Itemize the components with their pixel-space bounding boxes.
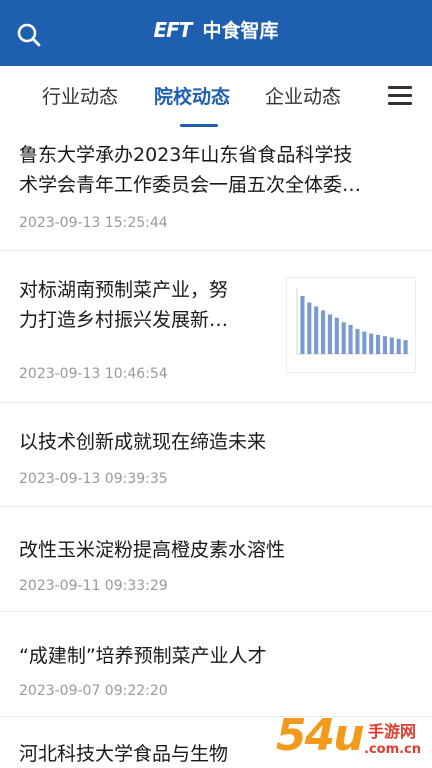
article-date: 2023-09-13 09:39:35 [19, 471, 168, 487]
list-item[interactable]: 改性玉米淀粉提高橙皮素水溶性 2023-09-11 09:33:29 [0, 507, 432, 612]
article-title: 鲁东大学承办2023年山东省食品科学技 术学会青年工作委员会一届五次全体委… [19, 144, 362, 196]
thumbnail-bar [334, 317, 339, 354]
article-thumbnail [286, 277, 416, 373]
thumbnail-bar [355, 328, 360, 354]
list-item[interactable]: “成建制”培养预制菜产业人才 2023-09-07 09:22:20 [0, 612, 432, 717]
list-item[interactable]: 鲁东大学承办2023年山东省食品科学技 术学会青年工作委员会一届五次全体委… 2… [0, 130, 432, 251]
tab-industry-news[interactable]: 行业动态 [42, 82, 118, 109]
thumbnail-bar-chart [296, 288, 409, 355]
thumbnail-bar [369, 333, 374, 354]
article-date: 2023-09-13 15:25:44 [19, 215, 168, 231]
article-title: 以技术创新成就现在缔造未来 [19, 431, 267, 453]
category-tabs: 行业动态 院校动态 企业动态 [0, 66, 432, 130]
watermark-url: .com.cn [364, 742, 422, 757]
article-date: 2023-09-11 09:33:29 [19, 578, 168, 594]
article-list: 鲁东大学承办2023年山东省食品科学技 术学会青年工作委员会一届五次全体委… 2… [0, 130, 432, 768]
app-name: 中食智库 [202, 20, 279, 42]
thumbnail-bar [307, 302, 312, 354]
thumbnail-bar [362, 331, 367, 354]
brand: EFT 中食智库 [0, 16, 432, 43]
list-item[interactable]: 以技术创新成就现在缔造未来 2023-09-13 09:39:35 [0, 403, 432, 507]
article-title: 对标湖南预制菜产业，努 力打造乡村振兴发展新… [19, 279, 229, 331]
thumbnail-bar [403, 340, 408, 354]
tab-school-news[interactable]: 院校动态 [154, 82, 230, 109]
list-item[interactable]: 对标湖南预制菜产业，努 力打造乡村振兴发展新… 2023-09-13 10:46… [0, 251, 432, 403]
thumbnail-bar [341, 322, 346, 354]
thumbnail-bar [348, 324, 353, 354]
watermark-number: 54u [276, 710, 365, 761]
article-date: 2023-09-07 09:22:20 [19, 683, 168, 699]
article-title: 河北科技大学食品与生物 [19, 743, 229, 765]
thumbnail-bar [389, 337, 394, 354]
active-tab-indicator [180, 124, 218, 127]
thumbnail-bar [327, 314, 332, 354]
site-watermark: 54u 手游网 .com.cn [272, 710, 432, 768]
thumbnail-bar [396, 338, 401, 354]
thumbnail-bar [376, 334, 381, 354]
watermark-text: 手游网 [368, 722, 417, 741]
thumbnail-bar [321, 310, 326, 354]
article-title: “成建制”培养预制菜产业人才 [19, 645, 267, 667]
tab-enterprise-news[interactable]: 企业动态 [265, 82, 341, 109]
thumbnail-bar [382, 336, 387, 354]
brand-logo: EFT [153, 17, 192, 42]
article-title: 改性玉米淀粉提高橙皮素水溶性 [19, 539, 286, 561]
hamburger-menu-icon[interactable] [388, 86, 416, 110]
thumbnail-bar [300, 295, 305, 354]
app-header: EFT 中食智库 [0, 0, 432, 66]
thumbnail-bar [314, 306, 319, 354]
article-date: 2023-09-13 10:46:54 [19, 366, 168, 382]
